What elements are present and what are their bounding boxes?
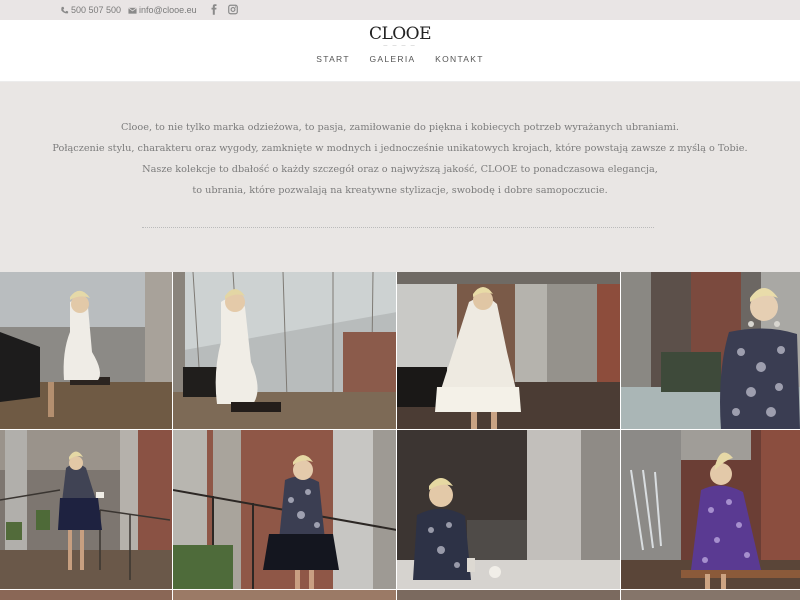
intro-line: to ubrania, które pozwalają na kreatywne… <box>192 185 608 196</box>
gallery-photo-patterned-blouse[interactable] <box>621 272 800 430</box>
intro-line: Clooe, to nie tylko marka odzieżowa, to … <box>121 122 679 133</box>
gallery-gutter <box>172 272 173 600</box>
dotted-divider <box>142 227 654 228</box>
logo-wordmark: CLOOE <box>368 24 432 44</box>
main-nav: START GALERIA KONTAKT <box>0 54 800 64</box>
gallery-photo-row3-2[interactable] <box>173 590 397 600</box>
phone-contact[interactable]: 500 507 500 <box>60 4 121 16</box>
site-header: CLOOE — — — — START GALERIA KONTAKT <box>0 20 800 82</box>
gallery-photo-purple-dress[interactable] <box>621 430 800 590</box>
gallery-photo-railing[interactable] <box>173 430 397 590</box>
gallery-gutter <box>0 429 800 430</box>
email-address: info@clooe.eu <box>139 5 197 15</box>
phone-number: 500 507 500 <box>71 5 122 15</box>
nav-galeria[interactable]: GALERIA <box>370 54 416 64</box>
email-contact[interactable]: info@clooe.eu <box>128 4 197 16</box>
gallery-photo-piano-glass[interactable] <box>173 272 397 430</box>
envelope-icon <box>128 7 137 14</box>
intro-line: Nasze kolekcje to dbałość o każdy szczeg… <box>142 164 658 175</box>
photo-gallery <box>0 272 800 600</box>
phone-icon <box>61 6 69 13</box>
gallery-gutter <box>620 272 621 600</box>
gallery-gutter <box>0 589 800 590</box>
nav-start[interactable]: START <box>316 54 350 64</box>
gallery-photo-stairs[interactable] <box>0 430 173 590</box>
intro-text: Clooe, to nie tylko marka odzieżowa, to … <box>40 117 760 201</box>
nav-kontakt[interactable]: KONTAKT <box>435 54 484 64</box>
gallery-photo-row3-1[interactable] <box>0 590 173 600</box>
facebook-icon[interactable] <box>209 4 219 15</box>
gallery-photo-row3-3[interactable] <box>397 590 621 600</box>
gallery-gutter <box>396 272 397 600</box>
instagram-icon[interactable] <box>228 4 238 15</box>
intro-line: Połączenie stylu, charakteru oraz wygody… <box>52 143 748 154</box>
gallery-photo-cafe[interactable] <box>397 430 621 590</box>
clooe-logo[interactable]: CLOOE — — — — <box>365 24 435 48</box>
gallery-photo-row3-4[interactable] <box>621 590 800 600</box>
gallery-photo-white-dress[interactable] <box>397 272 621 430</box>
intro-section: Clooe, to nie tylko marka odzieżowa, to … <box>0 82 800 272</box>
top-bar: 500 507 500 info@clooe.eu <box>0 0 800 20</box>
gallery-photo-piano-side[interactable] <box>0 272 173 430</box>
